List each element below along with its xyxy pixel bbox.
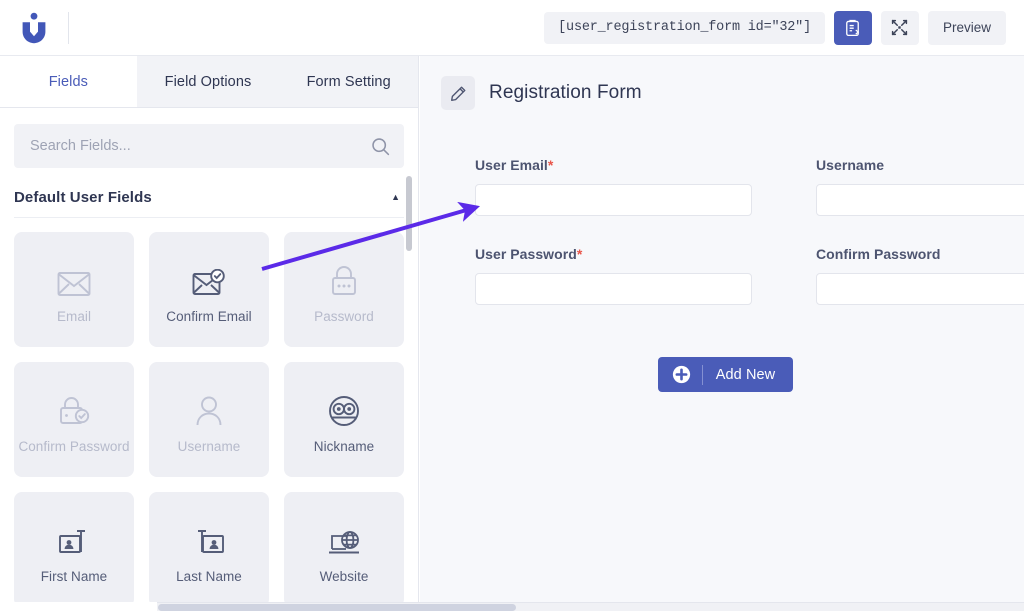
form-field-user-email: User Email* xyxy=(475,157,752,216)
copy-shortcode-button[interactable] xyxy=(834,11,872,45)
search-fields-container xyxy=(14,124,404,168)
field-tile-username[interactable]: Username xyxy=(149,362,269,477)
field-tile-label: First Name xyxy=(41,569,108,584)
field-tile-confirm-email[interactable]: Confirm Email xyxy=(149,232,269,347)
search-submit-button[interactable] xyxy=(368,134,392,158)
field-label-text: User Email xyxy=(475,157,548,173)
field-label: Confirm Password xyxy=(816,246,1024,262)
sidebar-scrollbar-thumb[interactable] xyxy=(406,176,412,251)
field-group-header-default-user-fields[interactable]: Default User Fields ▲ xyxy=(14,190,404,218)
chevron-up-icon[interactable]: ▲ xyxy=(391,193,404,202)
form-row: User Email* Username xyxy=(475,157,1024,216)
user-registration-logo-icon xyxy=(20,12,48,44)
sidebar-tabs: Fields Field Options Form Setting xyxy=(0,56,418,108)
field-tiles-grid: Email Confirm Email xyxy=(14,232,404,607)
field-tile-label: Email xyxy=(57,309,91,324)
window-horizontal-scrollbar[interactable] xyxy=(0,602,1024,611)
confirm-password-input[interactable] xyxy=(816,273,1024,305)
field-label: Username xyxy=(816,157,1024,173)
tab-fields[interactable]: Fields xyxy=(0,56,137,107)
username-input[interactable] xyxy=(816,184,1024,216)
field-tile-label: Last Name xyxy=(176,569,242,584)
pencil-icon xyxy=(450,85,467,102)
clipboard-copy-icon xyxy=(844,19,861,37)
field-tile-nickname[interactable]: Nickname xyxy=(284,362,404,477)
sidebar-content: Default User Fields ▲ Email xyxy=(0,124,418,611)
tab-form-setting[interactable]: Form Setting xyxy=(279,56,418,107)
add-new-divider xyxy=(702,365,703,385)
edit-form-title-button[interactable] xyxy=(441,76,475,110)
required-asterisk: * xyxy=(577,246,583,262)
field-label: User Email* xyxy=(475,157,752,173)
tab-field-options[interactable]: Field Options xyxy=(137,56,280,107)
plus-circle-icon xyxy=(672,365,691,384)
field-tile-label: Nickname xyxy=(314,439,374,454)
form-preview-panel: Registration Form User Email* Username xyxy=(420,56,1024,611)
field-tile-label: Password xyxy=(314,309,374,324)
fields-sidebar: Fields Field Options Form Setting Defaul… xyxy=(0,56,419,611)
form-field-username: Username xyxy=(816,157,1024,216)
field-tile-confirm-password[interactable]: Confirm Password xyxy=(14,362,134,477)
user-icon xyxy=(195,385,223,427)
field-label-text: User Password xyxy=(475,246,577,262)
face-glasses-icon xyxy=(328,385,360,427)
user-password-input[interactable] xyxy=(475,273,752,305)
id-card-right-icon xyxy=(193,515,225,557)
topbar-actions: [user_registration_form id="32"] Preview xyxy=(544,11,1024,45)
window-horizontal-scrollbar-thumb[interactable] xyxy=(158,604,516,611)
brand-logo[interactable] xyxy=(0,0,68,56)
app-root: [user_registration_form id="32"] Preview xyxy=(0,0,1024,611)
form-title: Registration Form xyxy=(489,82,642,104)
envelope-icon xyxy=(57,255,91,297)
id-card-left-icon xyxy=(58,515,90,557)
add-new-label: Add New xyxy=(716,367,776,383)
envelope-check-icon xyxy=(192,255,226,297)
top-bar: [user_registration_form id="32"] Preview xyxy=(0,0,1024,56)
brand-divider xyxy=(68,12,69,44)
field-tile-email[interactable]: Email xyxy=(14,232,134,347)
shortcode-display[interactable]: [user_registration_form id="32"] xyxy=(544,12,825,44)
field-label-text: Username xyxy=(816,157,884,173)
form-row: User Password* Confirm Password xyxy=(475,246,1024,305)
lock-check-icon xyxy=(58,385,90,427)
search-fields-input[interactable] xyxy=(14,124,404,168)
field-tile-label: Confirm Email xyxy=(166,309,251,324)
fullscreen-toggle-button[interactable] xyxy=(881,11,919,45)
form-field-user-password: User Password* xyxy=(475,246,752,305)
field-label-text: Confirm Password xyxy=(816,246,941,262)
field-tile-website[interactable]: Website xyxy=(284,492,404,607)
search-icon xyxy=(370,136,391,157)
field-label: User Password* xyxy=(475,246,752,262)
field-tile-label: Confirm Password xyxy=(18,439,129,454)
form-header: Registration Form xyxy=(420,56,1024,110)
preview-button[interactable]: Preview xyxy=(928,11,1006,45)
add-new-button[interactable]: Add New xyxy=(658,357,794,392)
add-new-row: Add New xyxy=(475,335,1024,392)
form-fields-area: User Email* Username User Password* xyxy=(420,110,1024,392)
required-asterisk: * xyxy=(548,157,554,173)
user-email-input[interactable] xyxy=(475,184,752,216)
field-group-title: Default User Fields xyxy=(14,189,152,206)
form-field-confirm-password: Confirm Password xyxy=(816,246,1024,305)
expand-arrows-icon xyxy=(890,18,909,37)
field-tile-last-name[interactable]: Last Name xyxy=(149,492,269,607)
field-tile-first-name[interactable]: First Name xyxy=(14,492,134,607)
scrollbar-corner xyxy=(0,602,157,611)
field-tile-password[interactable]: Password xyxy=(284,232,404,347)
field-tile-label: Username xyxy=(178,439,241,454)
lock-dots-icon xyxy=(329,255,359,297)
field-tile-label: Website xyxy=(320,569,369,584)
globe-laptop-icon xyxy=(327,515,361,557)
